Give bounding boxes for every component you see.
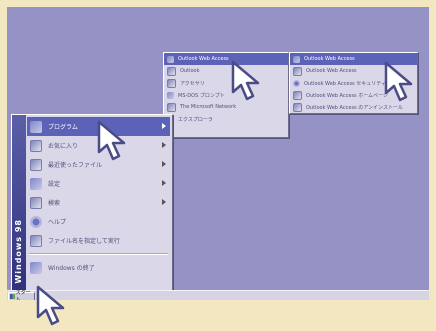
shutdown-icon xyxy=(30,261,42,274)
mouse-pointer-icon xyxy=(97,120,126,161)
programs-submenu: Outlook Web Access Outlook アクセサリ MS-DOS … xyxy=(163,52,289,138)
help-icon xyxy=(30,215,42,228)
programs-item-3[interactable]: MS-DOS プロンプト xyxy=(164,89,288,101)
menu-separator xyxy=(29,253,168,255)
desktop: Outlook Web Access Outlook アクセサリ MS-DOS … xyxy=(7,7,429,300)
start-item-settings[interactable]: 設定 xyxy=(27,174,170,193)
programs-item-2[interactable]: アクセサリ xyxy=(164,77,288,89)
app-icon xyxy=(293,55,300,63)
programs-icon xyxy=(30,120,42,133)
chevron-right-icon xyxy=(162,161,166,167)
programs-item-1[interactable]: Outlook xyxy=(164,65,288,77)
programs-item-4[interactable]: The Microsoft Network xyxy=(164,101,288,113)
app-icon xyxy=(167,78,176,88)
programs-item-5[interactable]: エクスプローラ xyxy=(164,113,288,125)
app-icon xyxy=(293,79,300,87)
programs-item-0[interactable]: Outlook Web Access xyxy=(164,53,288,65)
app-icon xyxy=(293,90,302,100)
favorites-icon xyxy=(30,139,42,152)
chevron-right-icon xyxy=(162,199,166,205)
start-button[interactable]: スタート xyxy=(8,290,35,300)
mouse-pointer-icon xyxy=(384,61,413,102)
app-icon xyxy=(293,102,302,112)
app-icon xyxy=(167,102,176,112)
chevron-right-icon xyxy=(162,142,166,148)
find-icon xyxy=(30,196,42,209)
windows-logo-icon xyxy=(10,294,15,299)
start-menu: Windows 98 プログラム お気に入り 最近使ったファイル 設定 検索 ヘ… xyxy=(11,114,173,291)
mouse-pointer-icon xyxy=(231,60,260,101)
start-menu-banner: Windows 98 xyxy=(12,115,26,290)
start-item-shutdown[interactable]: Windows の終了 xyxy=(27,258,170,277)
app-icon xyxy=(167,66,176,76)
app-icon xyxy=(167,91,174,99)
chevron-right-icon xyxy=(162,123,166,129)
start-item-run[interactable]: ファイル名を指定して実行 xyxy=(27,231,170,250)
mouse-pointer-icon xyxy=(36,285,65,326)
chevron-right-icon xyxy=(162,180,166,186)
app-icon xyxy=(293,66,302,76)
start-item-help[interactable]: ヘルプ xyxy=(27,212,170,231)
program-group-icon xyxy=(167,55,174,63)
documents-icon xyxy=(30,158,42,171)
start-item-find[interactable]: 検索 xyxy=(27,193,170,212)
run-icon xyxy=(30,234,42,247)
settings-icon xyxy=(30,177,42,190)
